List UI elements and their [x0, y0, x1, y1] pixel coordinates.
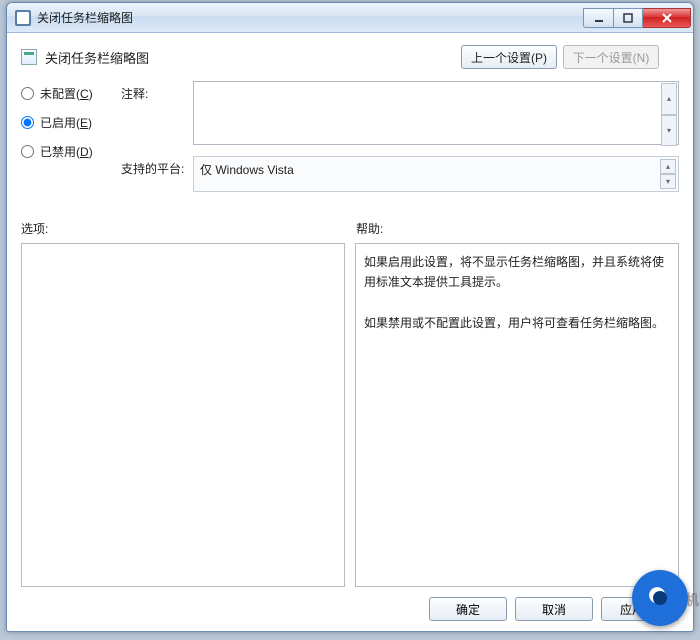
policy-icon	[21, 49, 37, 65]
platform-label: 支持的平台:	[121, 156, 193, 177]
radio-enabled-input[interactable]	[21, 116, 34, 129]
minimize-icon	[594, 13, 604, 23]
platform-value: 仅 Windows Vista	[200, 163, 294, 177]
radio-not-configured-input[interactable]	[21, 87, 34, 100]
watermark-logo	[632, 570, 688, 626]
comment-textarea[interactable]	[193, 81, 679, 145]
options-label: 选项:	[21, 220, 350, 237]
close-icon	[661, 12, 673, 24]
radio-not-configured[interactable]: 未配置(C)	[21, 85, 111, 102]
dialog-footer: 确定 取消 应用(A)	[21, 587, 679, 621]
help-paragraph-1: 如果启用此设置，将不显示任务栏缩略图，并且系统将使用标准文本提供工具提示。	[364, 252, 670, 293]
window-controls	[583, 8, 691, 28]
comment-row: 注释: ▴ ▾	[121, 81, 679, 148]
content-area: 关闭任务栏缩略图 上一个设置(P) 下一个设置(N) 未配置(C) 已启用(E)…	[7, 33, 693, 631]
config-row: 未配置(C) 已启用(E) 已禁用(D) 注释: ▴	[21, 81, 679, 200]
columns-header: 选项: 帮助:	[21, 220, 679, 237]
titlebar[interactable]: 关闭任务栏缩略图	[7, 3, 693, 33]
help-panel[interactable]: 如果启用此设置，将不显示任务栏缩略图，并且系统将使用标准文本提供工具提示。 如果…	[355, 243, 679, 587]
help-paragraph-2: 如果禁用或不配置此设置，用户将可查看任务栏缩略图。	[364, 313, 670, 333]
previous-setting-button[interactable]: 上一个设置(P)	[461, 45, 557, 69]
policy-editor-window: 关闭任务栏缩略图 关闭任务栏缩略图 上一个设置(P) 下一个设置(N)	[6, 2, 694, 632]
header-row: 关闭任务栏缩略图 上一个设置(P) 下一个设置(N)	[21, 45, 679, 69]
ok-button[interactable]: 确定	[429, 597, 507, 621]
platform-wrap: 仅 Windows Vista ▴ ▾	[193, 156, 679, 192]
radio-disabled-input[interactable]	[21, 145, 34, 158]
state-radio-group: 未配置(C) 已启用(E) 已禁用(D)	[21, 81, 111, 200]
platform-box: 仅 Windows Vista ▴ ▾	[193, 156, 679, 192]
comment-wrap: ▴ ▾	[193, 81, 679, 148]
maximize-icon	[623, 13, 633, 23]
panels: 如果启用此设置，将不显示任务栏缩略图，并且系统将使用标准文本提供工具提示。 如果…	[21, 243, 679, 587]
platform-row: 支持的平台: 仅 Windows Vista ▴ ▾	[121, 156, 679, 192]
scroll-up-icon[interactable]: ▴	[661, 83, 677, 115]
minimize-button[interactable]	[583, 8, 613, 28]
next-setting-button[interactable]: 下一个设置(N)	[563, 45, 659, 69]
help-label: 帮助:	[350, 220, 679, 237]
window-title: 关闭任务栏缩略图	[37, 9, 133, 26]
close-button[interactable]	[643, 8, 691, 28]
comment-label: 注释:	[121, 81, 193, 102]
cancel-button[interactable]: 取消	[515, 597, 593, 621]
platform-scroll[interactable]: ▴ ▾	[660, 159, 676, 189]
app-icon	[15, 10, 31, 26]
scroll-down-icon[interactable]: ▾	[661, 115, 677, 147]
policy-title: 关闭任务栏缩略图	[45, 48, 149, 67]
scroll-down-icon[interactable]: ▾	[660, 174, 676, 189]
radio-disabled[interactable]: 已禁用(D)	[21, 143, 111, 160]
comment-scroll[interactable]: ▴ ▾	[661, 83, 677, 146]
nav-buttons: 上一个设置(P) 下一个设置(N)	[461, 45, 659, 69]
options-panel[interactable]	[21, 243, 345, 587]
fields: 注释: ▴ ▾ 支持的平台: 仅 Windows Vista	[121, 81, 679, 200]
radio-enabled[interactable]: 已启用(E)	[21, 114, 111, 131]
scroll-up-icon[interactable]: ▴	[660, 159, 676, 174]
maximize-button[interactable]	[613, 8, 643, 28]
